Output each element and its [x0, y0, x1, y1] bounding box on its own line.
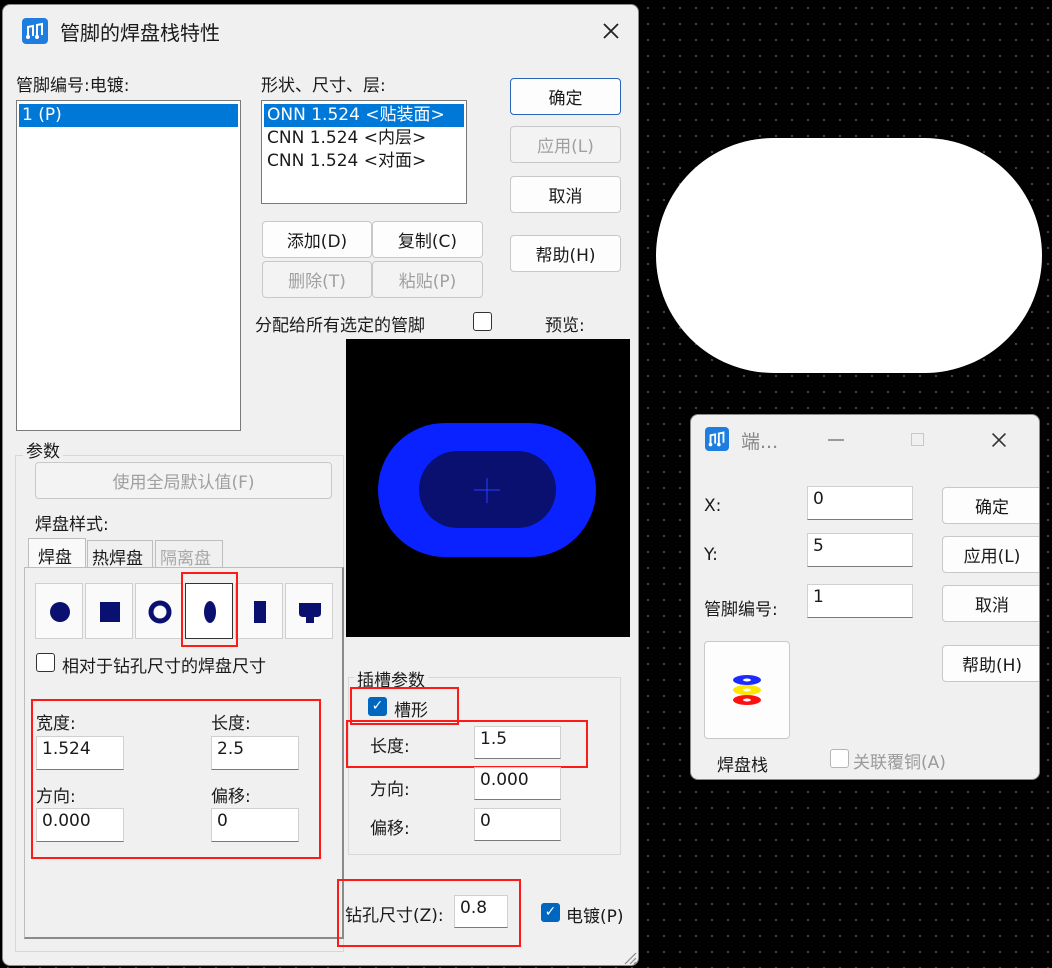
padstack-icon — [733, 675, 761, 705]
assoc-copper-label: 关联覆铜(A) — [853, 753, 946, 773]
rectangle-shape-button[interactable] — [235, 583, 283, 639]
slot-orientation-label: 方向: — [370, 780, 410, 800]
slot-orientation-field[interactable]: 0.000 — [474, 767, 561, 800]
tab-label: 隔离盘 — [160, 549, 211, 569]
y-label: Y: — [704, 545, 718, 565]
use-global-button[interactable]: 使用全局默认值(F) — [35, 462, 332, 499]
padstack-button[interactable] — [704, 641, 790, 739]
resize-grip-icon[interactable] — [621, 949, 637, 965]
app-icon — [22, 18, 48, 44]
app-icon — [705, 427, 729, 451]
ok-button[interactable]: 确定 — [942, 487, 1039, 524]
maximize-icon[interactable] — [911, 433, 924, 446]
padstack-label: 焊盘栈 — [717, 756, 768, 776]
add-button[interactable]: 添加(D) — [262, 221, 372, 258]
orientation-field[interactable]: 0.000 — [36, 808, 124, 842]
help-button[interactable]: 帮助(H) — [510, 235, 621, 272]
terminal-dialog: 端... X: 0 Y: 5 管脚编号: 1 确定 应用(L) 取消 帮助(H)… — [690, 414, 1040, 780]
pin-number-field[interactable]: 1 — [807, 584, 913, 618]
canvas-pad-shape — [656, 138, 1042, 373]
width-label: 宽度: — [36, 714, 76, 734]
tab-thermal[interactable]: 热焊盘 — [87, 540, 153, 569]
plated-checkbox[interactable]: ✓ — [541, 903, 560, 922]
help-button[interactable]: 帮助(H) — [942, 645, 1039, 682]
width-field[interactable]: 1.524 — [36, 736, 124, 770]
cancel-button[interactable]: 取消 — [942, 585, 1039, 622]
slot-length-label: 长度: — [370, 737, 410, 757]
layer-item[interactable]: CNN 1.524 <对面> — [264, 150, 464, 173]
x-label: X: — [704, 496, 722, 516]
tab-label: 焊盘 — [38, 548, 72, 568]
slot-offset-field[interactable]: 0 — [474, 808, 561, 841]
preview-label: 预览: — [545, 316, 585, 336]
slot-offset-label: 偏移: — [370, 819, 410, 839]
padstack-properties-dialog: 管脚的焊盘栈特性 管脚编号:电镀: 1 (P) 形状、尺寸、层: ONN 1.5… — [2, 4, 639, 966]
slotted-label: 槽形 — [394, 701, 428, 721]
length-field[interactable]: 2.5 — [211, 736, 299, 770]
annular-shape-button[interactable] — [135, 583, 183, 639]
pins-label: 管脚编号:电镀: — [16, 76, 130, 96]
relative-drill-label: 相对于钻孔尺寸的焊盘尺寸 — [62, 657, 266, 677]
assign-all-label: 分配给所有选定的管脚 — [255, 316, 425, 336]
cancel-button[interactable]: 取消 — [510, 176, 621, 213]
close-icon[interactable] — [988, 429, 1010, 451]
tab-label: 热焊盘 — [92, 549, 143, 569]
offset-field[interactable]: 0 — [211, 808, 299, 842]
oval-shape-button[interactable] — [185, 583, 233, 639]
apply-button[interactable]: 应用(L) — [510, 126, 621, 163]
pins-list[interactable]: 1 (P) — [16, 100, 241, 431]
layers-list[interactable]: ONN 1.524 <贴装面> CNN 1.524 <内层> CNN 1.524… — [261, 100, 467, 204]
assign-all-checkbox[interactable] — [473, 312, 492, 331]
slot-length-field[interactable]: 1.5 — [474, 726, 561, 759]
slotted-checkbox[interactable]: ✓ — [368, 697, 387, 716]
tab-pad[interactable]: 焊盘 — [28, 538, 86, 568]
copy-button[interactable]: 复制(C) — [372, 221, 483, 258]
pin-item[interactable]: 1 (P) — [19, 104, 238, 127]
relative-drill-checkbox[interactable] — [36, 653, 55, 672]
drill-size-field[interactable]: 0.8 — [454, 895, 508, 928]
offset-label: 偏移: — [211, 787, 251, 807]
layer-item[interactable]: ONN 1.524 <贴装面> — [264, 104, 464, 127]
tab-antipad[interactable]: 隔离盘 — [155, 540, 223, 569]
plated-label: 电镀(P) — [566, 907, 624, 927]
close-icon[interactable] — [599, 19, 623, 43]
assoc-copper-checkbox[interactable] — [830, 749, 849, 768]
paste-button[interactable]: 粘贴(P) — [372, 261, 483, 298]
length-label: 长度: — [211, 714, 251, 734]
drill-size-label: 钻孔尺寸(Z): — [345, 906, 444, 926]
orientation-label: 方向: — [36, 787, 76, 807]
apply-button[interactable]: 应用(L) — [942, 536, 1039, 573]
ok-button[interactable]: 确定 — [510, 78, 621, 115]
square-shape-button[interactable] — [85, 583, 133, 639]
round-shape-button[interactable] — [35, 583, 83, 639]
minimize-icon[interactable] — [828, 439, 844, 441]
shapes-label: 形状、尺寸、层: — [261, 76, 386, 96]
delete-button[interactable]: 删除(T) — [262, 261, 372, 298]
x-field[interactable]: 0 — [807, 486, 913, 520]
pad-style-label: 焊盘样式: — [35, 515, 109, 535]
layer-item[interactable]: CNN 1.524 <内层> — [264, 127, 464, 150]
pin-number-label: 管脚编号: — [704, 600, 778, 620]
preview-canvas — [346, 339, 630, 637]
odd-shape-button[interactable] — [285, 583, 333, 639]
slot-params-label: 插槽参数 — [354, 666, 428, 691]
params-label: 参数 — [23, 437, 63, 462]
y-field[interactable]: 5 — [807, 533, 913, 567]
dialog-title: 管脚的焊盘栈特性 — [60, 21, 220, 45]
terminal-title: 端... — [741, 431, 779, 453]
